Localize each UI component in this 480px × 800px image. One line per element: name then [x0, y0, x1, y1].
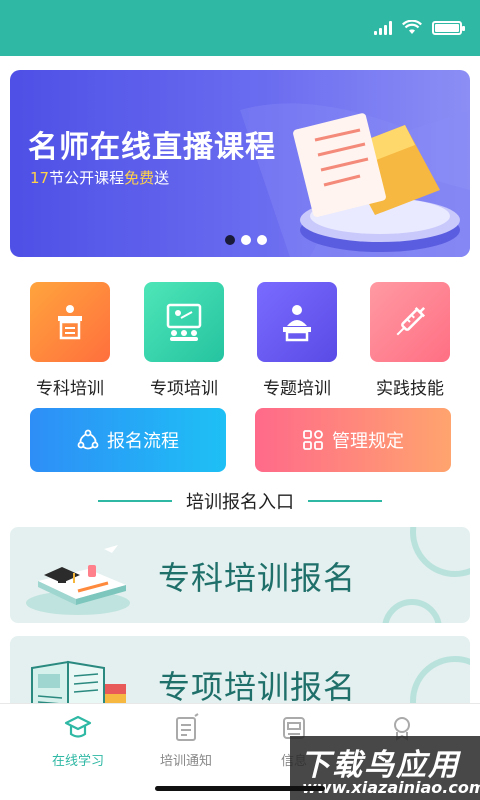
process-icon — [77, 429, 99, 450]
tab-online-learning[interactable]: 在线学习 — [28, 712, 128, 769]
carousel-dot[interactable] — [257, 235, 267, 245]
registration-process-button[interactable]: 报名流程 — [30, 408, 226, 472]
lecturer-icon — [257, 282, 337, 362]
carousel-dot[interactable] — [241, 235, 251, 245]
divider — [308, 500, 382, 502]
status-icons — [374, 20, 465, 35]
card-title: 专科培训报名 — [158, 559, 357, 597]
banner-title: 名师在线直播课程 — [28, 130, 276, 165]
action-label: 管理规定 — [332, 431, 404, 452]
category-label: 专项培训 — [150, 379, 218, 399]
graduation-cap-icon — [62, 712, 94, 744]
action-label: 报名流程 — [107, 431, 179, 452]
wifi-icon — [402, 20, 422, 34]
section-title: 培训报名入口 — [186, 492, 294, 513]
category-label: 专科培训 — [36, 379, 104, 399]
banner-subtitle: 17节公开课程免费送 — [30, 169, 170, 187]
decorative-ring — [410, 527, 470, 577]
tab-label: 在线学习 — [51, 754, 104, 769]
section-header: 培训报名入口 — [0, 488, 480, 514]
notice-icon — [170, 712, 202, 744]
battery-icon — [432, 20, 465, 35]
tab-label: 培训通知 — [159, 754, 212, 769]
classroom-icon — [144, 282, 224, 362]
promo-banner[interactable]: 名师在线直播课程 17节公开课程免费送 — [10, 70, 470, 257]
carousel-dot[interactable] — [225, 235, 235, 245]
grid-icon — [303, 430, 323, 450]
tab-training-notice[interactable]: 培训通知 — [136, 712, 236, 769]
specialty-registration-card[interactable]: 专科培训报名 — [10, 527, 470, 623]
signal-icon — [374, 20, 392, 35]
category-special-project[interactable]: 专项培训 — [142, 282, 226, 399]
category-specialty[interactable]: 专科培训 — [28, 282, 112, 399]
status-bar — [0, 0, 480, 56]
carousel-dots[interactable] — [225, 235, 267, 245]
management-rules-button[interactable]: 管理规定 — [255, 408, 451, 472]
watermark-url: www.xiazainiao.com — [302, 778, 480, 797]
syringe-icon — [370, 282, 450, 362]
decorative-ring — [382, 599, 442, 623]
podium-icon — [30, 282, 110, 362]
graduation-books-icon — [26, 545, 130, 615]
category-practice-skills[interactable]: 实践技能 — [368, 282, 452, 399]
category-label: 实践技能 — [376, 379, 444, 399]
home-indicator — [155, 786, 325, 791]
card-title: 专项培训报名 — [158, 668, 357, 706]
category-topic[interactable]: 专题培训 — [255, 282, 339, 399]
category-label: 专题培训 — [263, 379, 331, 399]
divider — [98, 500, 172, 502]
